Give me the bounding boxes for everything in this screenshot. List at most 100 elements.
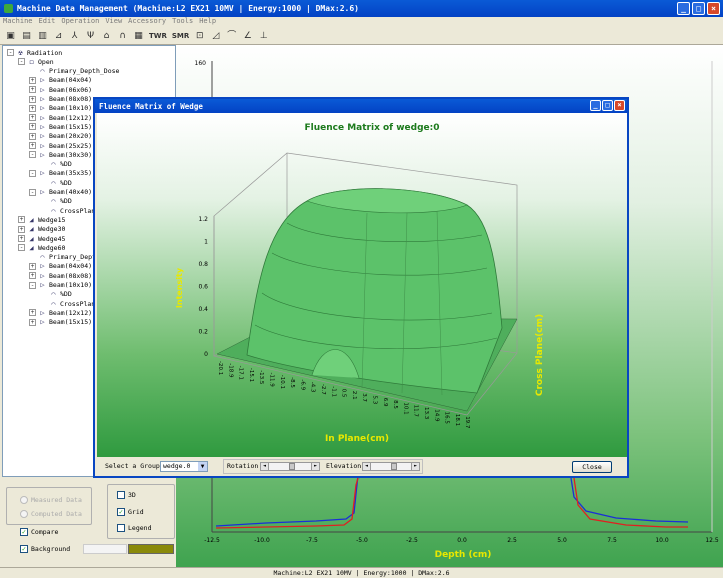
expand-icon[interactable]: + bbox=[29, 86, 36, 94]
collapse-icon[interactable]: - bbox=[29, 169, 36, 177]
window-title-bar[interactable]: Machine Data Management (Machine:L2 EX21… bbox=[0, 0, 723, 17]
expand-icon[interactable]: + bbox=[29, 142, 36, 149]
expand-icon[interactable]: + bbox=[29, 114, 36, 122]
fluence-3d-plot[interactable]: Fluence Matrix of wedge:0 0 0.2 0.4 0.6 0.8 1… bbox=[97, 113, 627, 457]
elevation-left-arrow-icon[interactable]: ◄ bbox=[362, 462, 371, 471]
expand-icon[interactable]: + bbox=[29, 318, 36, 326]
rotation-right-arrow-icon[interactable]: ► bbox=[311, 462, 320, 471]
tree-item[interactable]: - ◢ Wedge60 bbox=[18, 243, 65, 252]
tree-item[interactable]: - ◻ Open bbox=[18, 57, 54, 66]
expand-icon[interactable]: + bbox=[29, 95, 36, 103]
tree-item[interactable]: + ▷ Beam(04x04) bbox=[29, 262, 92, 271]
tree-item[interactable]: + ▷ Beam(20x20) bbox=[29, 132, 92, 141]
3d-checkbox[interactable]: 3D bbox=[117, 491, 136, 499]
menu-help[interactable]: Help bbox=[199, 17, 216, 28]
tree-item[interactable]: ⌒ %DD bbox=[40, 197, 71, 206]
group-select[interactable]: wedge.0 ▼ bbox=[160, 461, 208, 472]
tree-item[interactable]: + ▷ Beam(06x06) bbox=[29, 85, 92, 94]
tree-item[interactable]: + ▷ Beam(12x12) bbox=[29, 308, 92, 317]
angle-icon[interactable]: ◿ bbox=[209, 30, 222, 43]
tree-item[interactable]: ⌒ CrossPlane bbox=[40, 206, 99, 215]
expand-icon[interactable]: + bbox=[29, 104, 36, 112]
close-button[interactable]: × bbox=[707, 2, 720, 15]
wedge-tool-icon[interactable]: ⅄ bbox=[68, 30, 81, 43]
tree-item[interactable]: ⌒ %DD bbox=[40, 160, 71, 169]
open-icon[interactable]: ▣ bbox=[4, 30, 17, 43]
split-tool-icon[interactable]: Ψ bbox=[84, 30, 97, 43]
profile-tool-icon[interactable]: ∩ bbox=[116, 30, 129, 43]
measured-data-radio[interactable]: Measured Data bbox=[20, 496, 82, 504]
maximize-button[interactable]: □ bbox=[692, 2, 705, 15]
expand-icon[interactable]: + bbox=[29, 123, 36, 131]
tree-item[interactable]: - ▷ Beam(35x35) bbox=[29, 169, 92, 178]
tree-item[interactable]: - ▷ Beam(10x10) bbox=[29, 281, 92, 290]
elevation-slider[interactable]: ◄ ► bbox=[362, 461, 420, 472]
background-color-swatch[interactable] bbox=[128, 544, 174, 554]
collapse-icon[interactable]: - bbox=[29, 188, 36, 196]
collapse-icon[interactable]: - bbox=[7, 49, 14, 56]
beam-tool-icon[interactable]: ⊿ bbox=[52, 30, 65, 43]
expand-icon[interactable]: + bbox=[18, 216, 25, 224]
tree-item[interactable]: ⌒ %DD bbox=[40, 290, 71, 299]
expand-icon[interactable]: + bbox=[18, 225, 25, 233]
tree-item[interactable]: + ◢ Wedge45 bbox=[18, 234, 65, 243]
ruler-icon[interactable]: ⊥ bbox=[257, 30, 270, 43]
tree-item[interactable]: + ▷ Beam(15x15) bbox=[29, 318, 92, 327]
dialog-minimize-button[interactable]: _ bbox=[590, 100, 601, 111]
filter-icon[interactable]: ⊡ bbox=[193, 30, 206, 43]
tree-item[interactable]: + ▷ Beam(08x08) bbox=[29, 271, 92, 280]
tree-item[interactable]: + ▷ Beam(10x10) bbox=[29, 104, 92, 113]
background-checkbox[interactable]: ✓ Background bbox=[20, 545, 70, 553]
menu-machine[interactable]: Machine bbox=[3, 17, 33, 28]
menu-view[interactable]: View bbox=[105, 17, 122, 28]
rotation-slider[interactable]: ◄ ► bbox=[260, 461, 320, 472]
tree-item[interactable]: - ☢ Radiation bbox=[7, 48, 62, 57]
tree-item[interactable]: + ▷ Beam(04x04) bbox=[29, 76, 92, 85]
grid-checkbox[interactable]: ✓ Grid bbox=[117, 508, 144, 516]
tree-item[interactable]: ⌒ CrossPlane bbox=[40, 299, 99, 308]
tree-item[interactable]: + ◢ Wedge15 bbox=[18, 215, 65, 224]
tree-item[interactable]: ⌒ Primary_Depth_Dose bbox=[29, 67, 119, 76]
collapse-icon[interactable]: - bbox=[29, 281, 36, 289]
table-icon[interactable]: ▤ bbox=[20, 30, 33, 43]
tree-item[interactable]: - ▷ Beam(40x40) bbox=[29, 188, 92, 197]
tree-item[interactable]: + ▷ Beam(25x25) bbox=[29, 141, 92, 150]
measure-icon[interactable]: ∠ bbox=[241, 30, 254, 43]
tree-item[interactable]: - ▷ Beam(30x30) bbox=[29, 150, 92, 159]
collapse-icon[interactable]: - bbox=[18, 58, 25, 66]
tree-item[interactable]: ⌒ %DD bbox=[40, 178, 71, 187]
depth-tool-icon[interactable]: ⌂ bbox=[100, 30, 113, 43]
tree-item[interactable]: + ▷ Beam(12x12) bbox=[29, 113, 92, 122]
expand-icon[interactable]: + bbox=[29, 76, 36, 84]
import-icon[interactable]: ▥ bbox=[36, 30, 49, 43]
smr-button[interactable]: SMR bbox=[171, 30, 190, 43]
menu-operation[interactable]: Operation bbox=[61, 17, 99, 28]
legend-checkbox[interactable]: Legend bbox=[117, 524, 151, 532]
rotation-left-arrow-icon[interactable]: ◄ bbox=[260, 462, 269, 471]
tree-item[interactable]: ⌒ Primary_Depth bbox=[29, 253, 99, 262]
collapse-icon[interactable]: - bbox=[29, 151, 36, 159]
twr-button[interactable]: TWR bbox=[148, 30, 168, 43]
menu-edit[interactable]: Edit bbox=[39, 17, 56, 28]
expand-icon[interactable]: + bbox=[29, 272, 36, 280]
menu-accessory[interactable]: Accessory bbox=[128, 17, 166, 28]
compare-checkbox[interactable]: ✓ Compare bbox=[20, 528, 58, 536]
minimize-button[interactable]: _ bbox=[677, 2, 690, 15]
tree-item[interactable]: + ▷ Beam(08x08) bbox=[29, 95, 92, 104]
dialog-close-icon[interactable]: × bbox=[614, 100, 625, 111]
expand-icon[interactable]: + bbox=[29, 309, 36, 317]
tree-item[interactable]: + ▷ Beam(15x15) bbox=[29, 122, 92, 131]
menu-tools[interactable]: Tools bbox=[172, 17, 193, 28]
expand-icon[interactable]: + bbox=[29, 262, 36, 270]
block-tool-icon[interactable]: ▦ bbox=[132, 30, 145, 43]
expand-icon[interactable]: + bbox=[29, 132, 36, 140]
close-dialog-button[interactable]: Close bbox=[572, 461, 612, 473]
collapse-icon[interactable]: - bbox=[18, 244, 25, 252]
tree-item[interactable]: + ◢ Wedge30 bbox=[18, 225, 65, 234]
dialog-title-bar[interactable]: Fluence Matrix of Wedge _ □ × bbox=[95, 99, 627, 113]
expand-icon[interactable]: + bbox=[18, 235, 25, 242]
elevation-right-arrow-icon[interactable]: ► bbox=[411, 462, 420, 471]
dialog-maximize-button[interactable]: □ bbox=[602, 100, 613, 111]
computed-data-radio[interactable]: Computed Data bbox=[20, 510, 82, 518]
curve-icon[interactable]: ⌒ bbox=[225, 30, 238, 43]
